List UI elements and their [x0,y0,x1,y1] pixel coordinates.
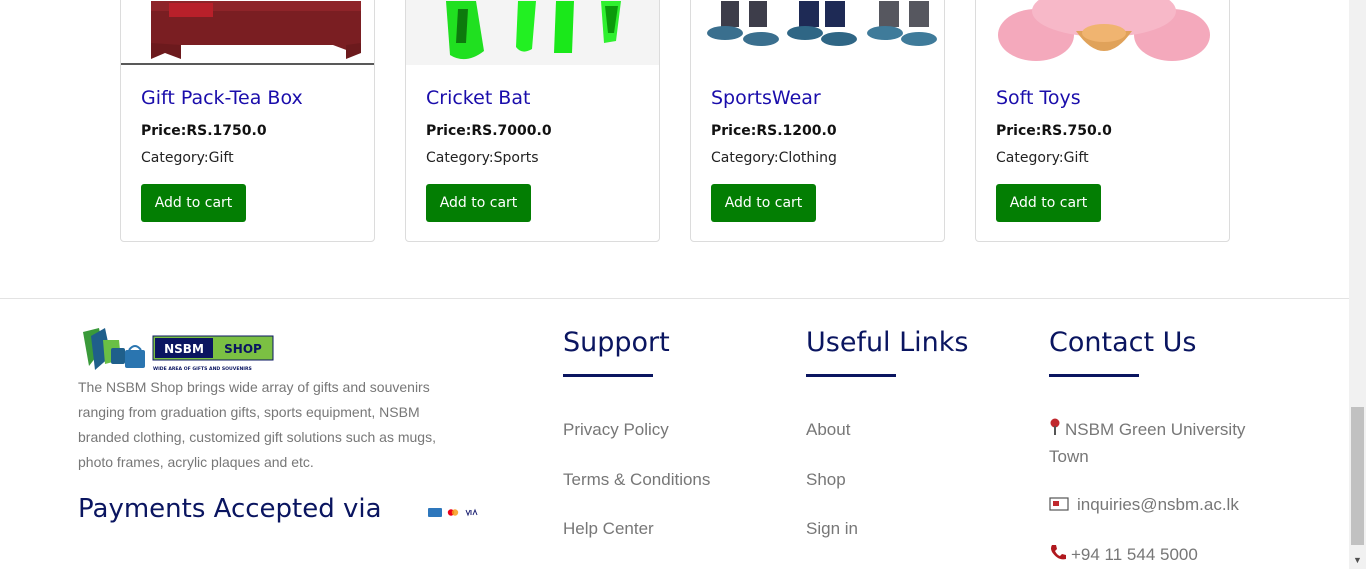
contact-address: NSBM Green University Town [1049,417,1269,470]
product-category: Category:Clothing [711,150,837,166]
product-title[interactable]: Cricket Bat [426,87,530,109]
amex-icon [428,508,442,517]
product-price: Price:RS.1750.0 [141,123,267,139]
tea-box-image [121,0,374,65]
add-to-cart-button[interactable]: Add to cart [141,184,246,222]
sign-in-link[interactable]: Sign in [806,519,858,539]
product-category: Category:Sports [426,150,539,166]
shop-link[interactable]: Shop [806,470,846,490]
add-to-cart-button[interactable]: Add to cart [426,184,531,222]
payment-icons [428,508,480,518]
terms-conditions-link[interactable]: Terms & Conditions [563,470,710,490]
privacy-policy-link[interactable]: Privacy Policy [563,420,669,440]
product-title[interactable]: SportsWear [711,87,821,109]
contact-email[interactable]: inquiries@nsbm.ac.lk [1049,492,1239,519]
contact-phone[interactable]: +94 11 544 5000 [1049,542,1198,569]
product-card: Cricket Bat Price:RS.7000.0 Category:Spo… [405,0,660,242]
logo-shop-text: SHOP [224,342,262,356]
contact-email-text[interactable]: inquiries@nsbm.ac.lk [1077,495,1239,514]
contact-us-underline [1049,374,1139,377]
logo-brand-text: NSBM [164,342,204,356]
cricket-bat-image [406,0,659,65]
help-center-link[interactable]: Help Center [563,519,654,539]
product-price: Price:RS.1200.0 [711,123,837,139]
phone-icon [1049,543,1067,569]
add-to-cart-button[interactable]: Add to cart [711,184,816,222]
nsbm-shop-logo[interactable]: NSBM SHOP WIDE AREA OF GIFTS AND SOUVENI… [81,326,274,374]
product-title[interactable]: Soft Toys [996,87,1081,109]
contact-phone-text[interactable]: +94 11 544 5000 [1071,545,1198,564]
map-pin-icon [1049,418,1061,444]
vertical-scrollbar[interactable]: ▼ [1349,0,1366,569]
footer: NSBM SHOP WIDE AREA OF GIFTS AND SOUVENI… [0,298,1349,569]
mastercard-icon [446,508,460,517]
about-description: The NSBM Shop brings wide array of gifts… [78,379,436,470]
support-underline [563,374,653,377]
useful-links-heading: Useful Links [806,327,969,358]
product-category: Category:Gift [996,150,1089,166]
add-to-cart-button[interactable]: Add to cart [996,184,1101,222]
visa-icon [464,508,480,517]
product-price: Price:RS.7000.0 [426,123,552,139]
payments-heading: Payments Accepted via [78,494,382,524]
about-link[interactable]: About [806,420,850,440]
product-card: SportsWear Price:RS.1200.0 Category:Clot… [690,0,945,242]
scroll-down-arrow-icon[interactable]: ▼ [1349,552,1366,569]
product-card: Gift Pack-Tea Box Price:RS.1750.0 Catego… [120,0,375,242]
product-price: Price:RS.750.0 [996,123,1112,139]
soft-toys-image [976,0,1229,65]
scrollbar-thumb[interactable] [1351,407,1364,545]
useful-links-underline [806,374,896,377]
support-heading: Support [563,327,670,358]
product-category: Category:Gift [141,150,234,166]
product-card: Soft Toys Price:RS.750.0 Category:Gift A… [975,0,1230,242]
contact-address-text: NSBM Green University Town [1049,420,1246,466]
logo-tagline: WIDE AREA OF GIFTS AND SOUVENIRS [153,366,252,372]
product-title[interactable]: Gift Pack-Tea Box [141,87,303,109]
envelope-icon [1049,493,1069,519]
contact-us-heading: Contact Us [1049,327,1197,358]
sportswear-image [691,0,944,65]
